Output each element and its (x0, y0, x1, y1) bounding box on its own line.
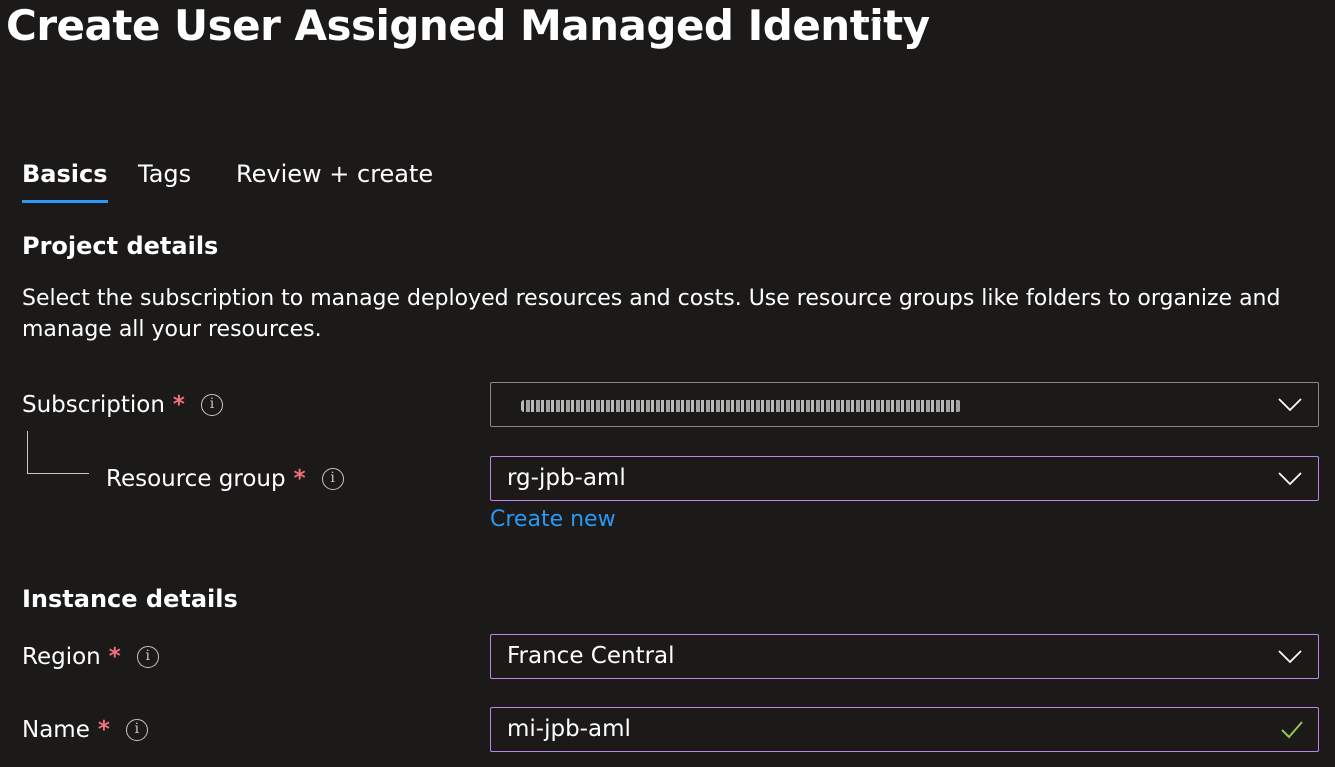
region-value: France Central (507, 643, 675, 669)
info-icon[interactable]: i (321, 468, 344, 490)
resource-group-value: rg-jpb-aml (507, 465, 626, 491)
tab-basics[interactable]: Basics (22, 156, 108, 203)
tab-tags[interactable]: Tags (138, 156, 191, 192)
name-label: Name * i (22, 715, 148, 745)
checkmark-icon (1281, 721, 1303, 739)
project-details-description: Select the subscription to manage deploy… (22, 286, 1281, 342)
name-input[interactable]: mi-jpb-aml (490, 707, 1319, 752)
redacted-subscription-value (521, 400, 961, 412)
chevron-down-icon (1278, 472, 1302, 486)
tab-review-create[interactable]: Review + create (236, 156, 433, 192)
subscription-label-text: Subscription (22, 392, 165, 418)
more-icon[interactable]: ··· (862, 8, 884, 32)
create-new-link[interactable]: Create new (490, 505, 616, 535)
instance-details-heading: Instance details (22, 585, 238, 613)
chevron-down-icon (1278, 650, 1302, 664)
tree-connector (27, 431, 89, 474)
subscription-label: Subscription * i (22, 390, 223, 420)
required-marker: * (108, 644, 121, 670)
required-marker: * (172, 392, 185, 418)
chevron-down-icon (1278, 398, 1302, 412)
name-value: mi-jpb-aml (507, 716, 631, 742)
info-icon[interactable]: i (136, 646, 159, 668)
name-label-text: Name (22, 717, 90, 743)
region-dropdown[interactable]: France Central (490, 634, 1319, 679)
info-icon[interactable]: i (125, 719, 148, 741)
required-marker: * (97, 717, 110, 743)
info-icon[interactable]: i (200, 394, 223, 416)
region-label-text: Region (22, 644, 101, 670)
region-label: Region * i (22, 642, 159, 672)
project-details-heading: Project details (22, 232, 219, 260)
resource-group-label-text: Resource group (106, 466, 286, 492)
required-marker: * (293, 466, 306, 492)
page-title: Create User Assigned Managed Identity (6, 1, 930, 50)
resource-group-dropdown[interactable]: rg-jpb-aml (490, 456, 1319, 501)
resource-group-label: Resource group * i (106, 464, 344, 494)
subscription-dropdown[interactable] (490, 382, 1319, 427)
